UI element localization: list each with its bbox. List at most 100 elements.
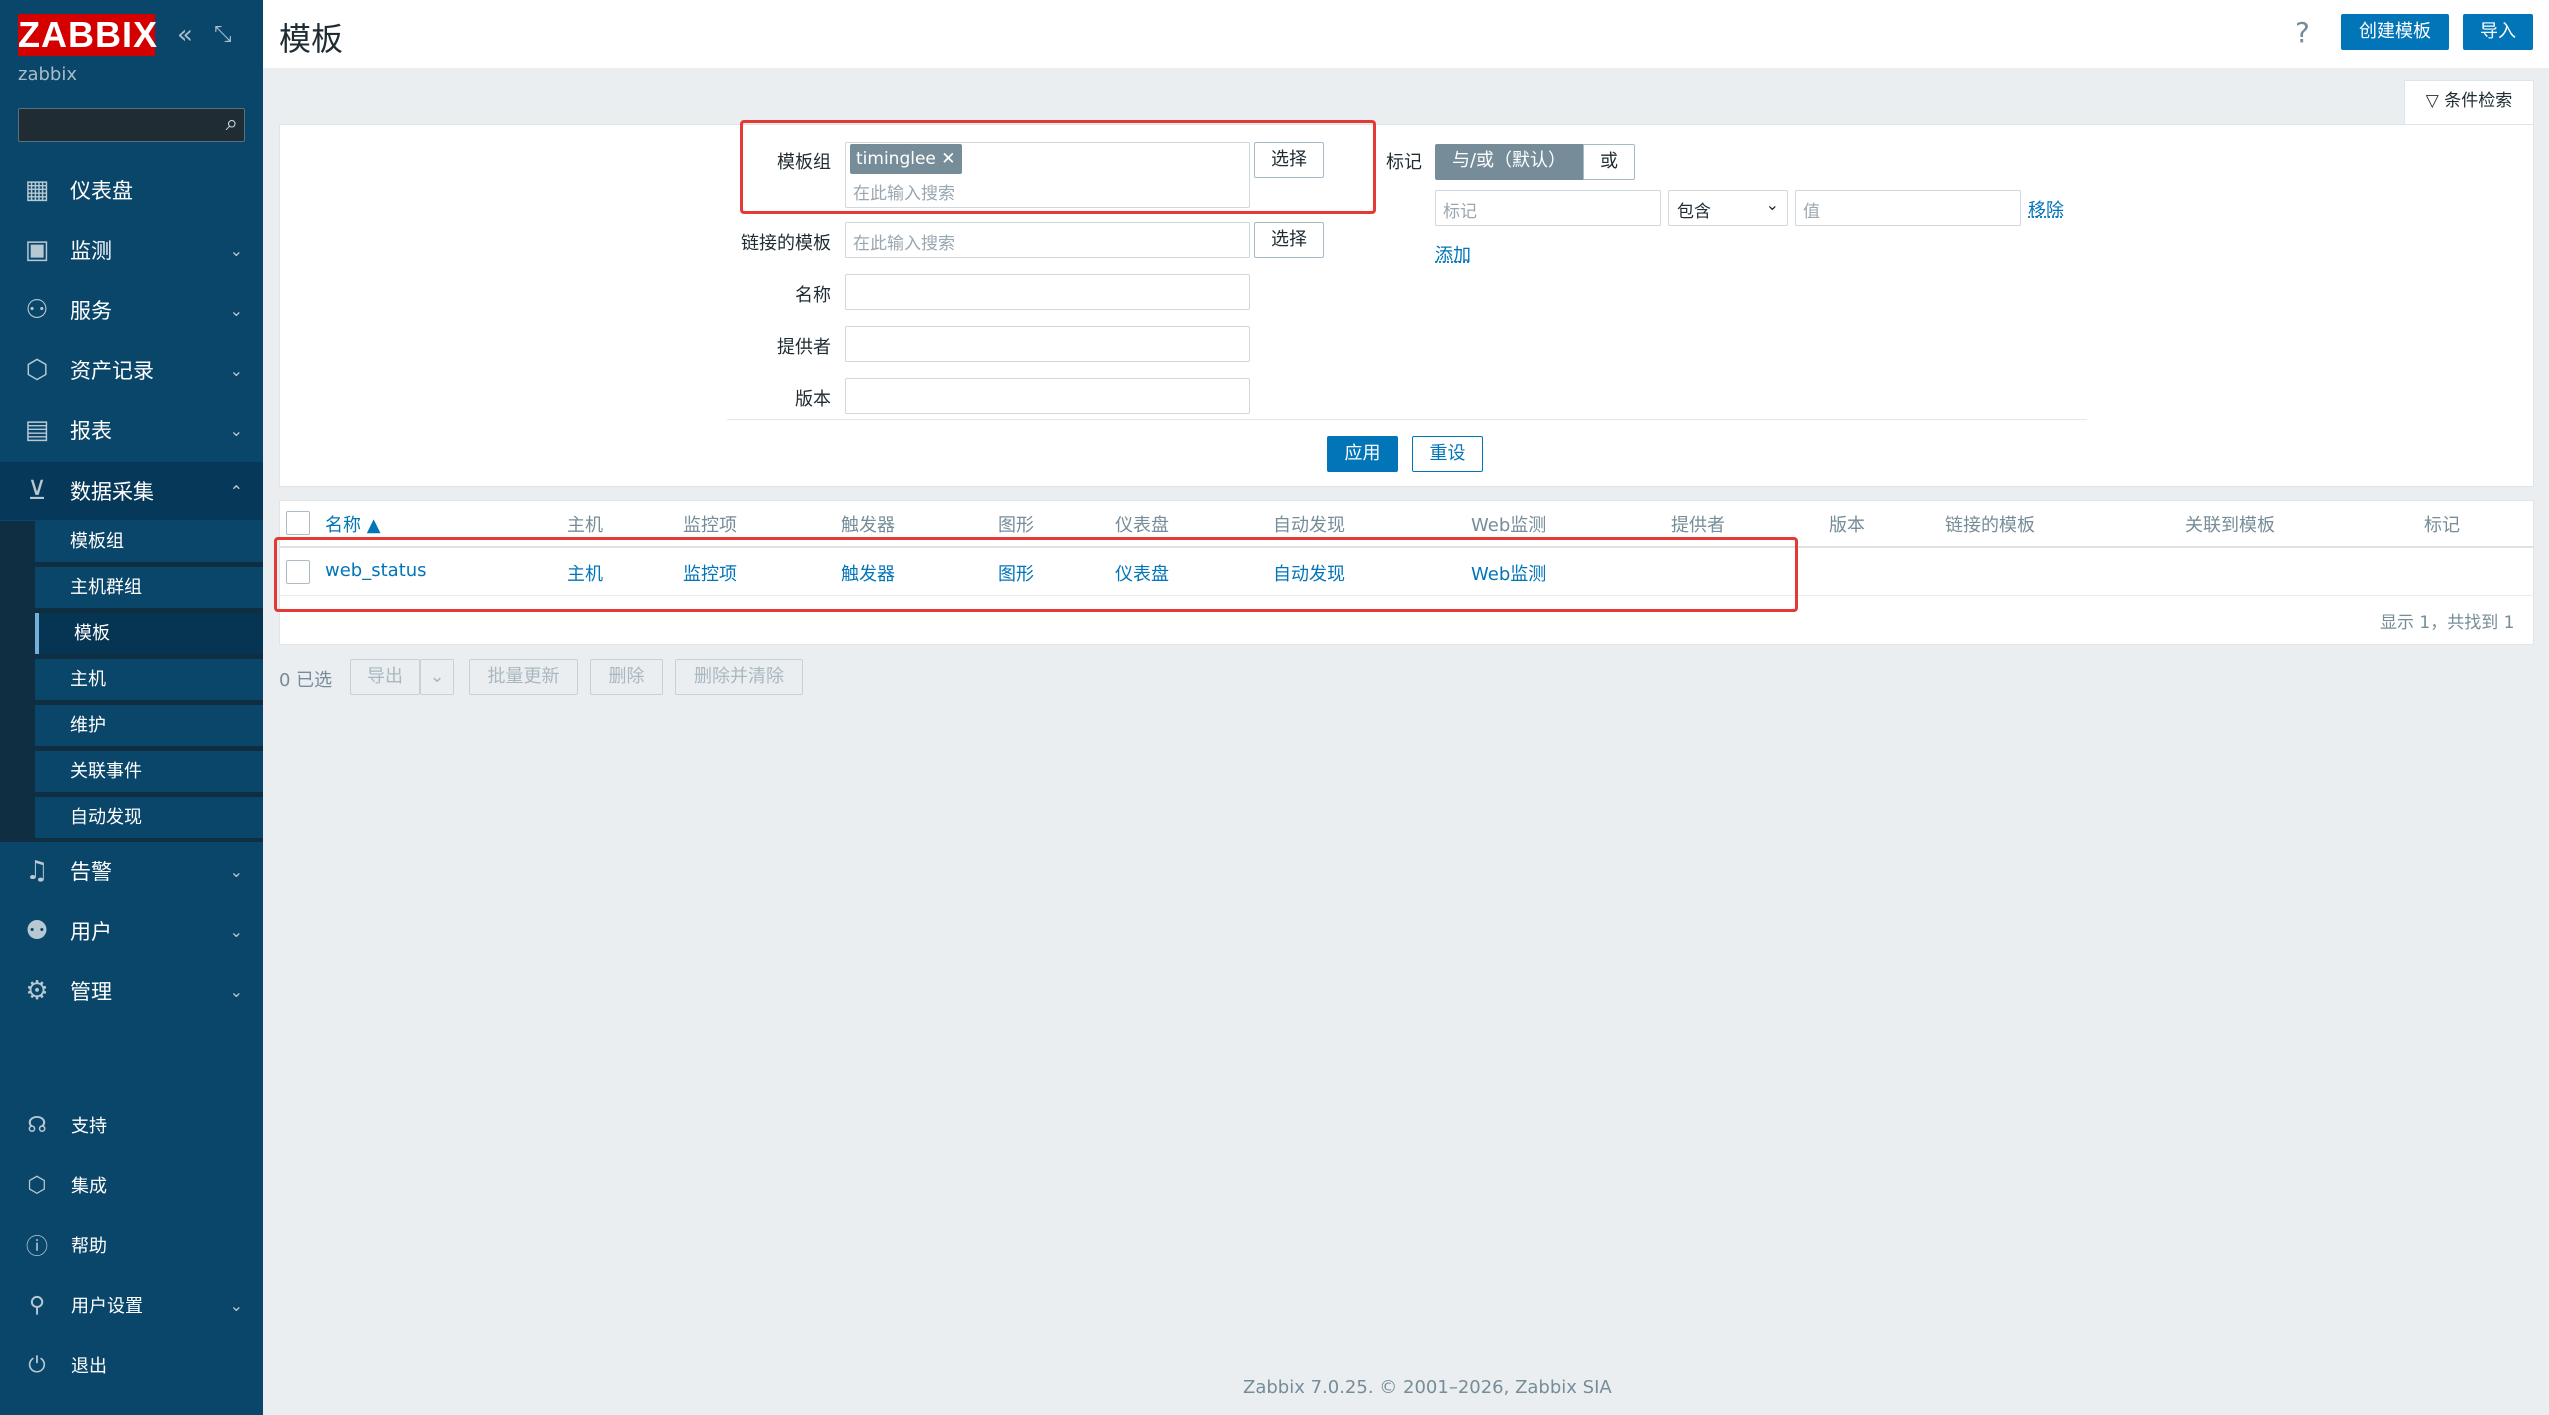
- filter-tab-label: 条件检索: [2444, 91, 2513, 111]
- or-toggle[interactable]: 或: [1583, 144, 1635, 180]
- menu-alerts[interactable]: ♫ 告警 ⌄: [0, 842, 263, 900]
- sidebar: ZABBIX « ⤡ zabbix ⌕ ▦ 仪表盘 ▣ 监测 ⌄ ⚇ 服务 ⌄ ⬡ 资产记录…: [0, 0, 263, 1415]
- menu-administration[interactable]: ⚙ 管理 ⌄: [0, 962, 263, 1020]
- help-icon: ⓘ: [25, 1235, 48, 1260]
- menu-label: 管理: [70, 980, 112, 1004]
- chevron-down-icon: ⌄: [229, 240, 243, 260]
- export-dropdown[interactable]: ⌄: [420, 659, 454, 695]
- chevron-up-icon: ⌃: [229, 481, 243, 501]
- menu-data-collection[interactable]: ⊻ 数据采集 ⌃: [0, 462, 263, 520]
- export-button[interactable]: 导出: [350, 659, 420, 695]
- name-input[interactable]: [845, 274, 1250, 310]
- inventory-icon: ⬡: [25, 355, 49, 385]
- power-icon: ⏻: [28, 1352, 46, 1378]
- submenu-template-groups[interactable]: 模板组: [35, 521, 263, 562]
- version-input[interactable]: [845, 378, 1250, 414]
- submenu-templates[interactable]: 模板: [35, 613, 263, 654]
- col-hosts-header: 主机: [567, 515, 603, 536]
- tag-operator-select[interactable]: 包含 ⌄: [1668, 190, 1788, 226]
- submenu-hosts[interactable]: 主机: [35, 659, 263, 700]
- page-header: 模板 ? 创建模板 导入: [263, 0, 2549, 68]
- col-tags-header: 标记: [2424, 515, 2460, 536]
- submenu-data-collection: 模板组 主机群组 模板 主机 维护 关联事件 自动发现: [0, 521, 263, 842]
- submenu-maintenance[interactable]: 维护: [35, 705, 263, 746]
- menu-monitoring[interactable]: ▣ 监测 ⌄: [0, 221, 263, 279]
- col-name-header[interactable]: 名称 ▲: [325, 511, 381, 537]
- menu-label: 用户设置: [71, 1296, 143, 1317]
- menu-label: 集成: [71, 1176, 107, 1197]
- delete-clear-button[interactable]: 删除并清除: [675, 659, 803, 695]
- menu-label: 监测: [70, 239, 112, 263]
- col-linked-to-header: 关联到模板: [2185, 515, 2275, 536]
- services-icon: ⚇: [25, 295, 49, 325]
- filter-tab[interactable]: ▽ 条件检索: [2404, 80, 2534, 124]
- tag-name-placeholder: 标记: [1443, 202, 1477, 222]
- menu-sign-out[interactable]: ⏻ 退出: [0, 1340, 263, 1390]
- filter-panel: [279, 124, 2534, 487]
- selected-count: 0 已选: [279, 670, 333, 691]
- chevron-down-icon: ⌄: [229, 981, 243, 1001]
- linked-templates-label: 链接的模板: [741, 233, 831, 254]
- chevron-down-icon: ⌄: [229, 300, 243, 320]
- col-web-header: Web监测: [1471, 515, 1547, 536]
- remove-tag-link[interactable]: 移除: [2028, 196, 2064, 222]
- search-icon[interactable]: ⌕: [226, 111, 238, 136]
- zabbix-logo[interactable]: ZABBIX: [18, 14, 157, 56]
- vendor-input[interactable]: [845, 326, 1250, 362]
- footer-copyright: Zabbix 7.0.25. © 2001–2026, Zabbix SIA: [1243, 1377, 1612, 1398]
- alerts-icon: ♫: [25, 856, 49, 886]
- submenu-host-groups[interactable]: 主机群组: [35, 567, 263, 608]
- tag-value-placeholder: 值: [1803, 202, 1820, 222]
- add-tag-link[interactable]: 添加: [1435, 241, 1471, 267]
- administration-icon: ⚙: [25, 976, 49, 1006]
- menu-dashboard[interactable]: ▦ 仪表盘: [0, 161, 263, 219]
- chevron-down-icon: ⌄: [229, 360, 243, 380]
- col-items-header: 监控项: [683, 515, 737, 536]
- menu-integrations[interactable]: ⬡ 集成: [0, 1160, 263, 1210]
- select-all-checkbox[interactable]: [286, 511, 310, 535]
- reset-filter-button[interactable]: 重设: [1412, 436, 1483, 472]
- menu-label: 仪表盘: [70, 179, 133, 203]
- annotation-highlight-filter: [740, 120, 1376, 214]
- submenu-discovery[interactable]: 自动发现: [35, 797, 263, 838]
- apply-filter-button[interactable]: 应用: [1327, 436, 1398, 472]
- menu-users[interactable]: ⚉ 用户 ⌄: [0, 902, 263, 960]
- dashboard-icon: ▦: [24, 175, 50, 205]
- menu-services[interactable]: ⚇ 服务 ⌄: [0, 281, 263, 339]
- linked-templates-placeholder: 在此输入搜索: [853, 234, 955, 254]
- and-or-toggle[interactable]: 与/或（默认）: [1435, 144, 1583, 180]
- monitoring-icon: ▣: [24, 235, 50, 265]
- import-button[interactable]: 导入: [2463, 14, 2533, 50]
- menu-user-settings[interactable]: ⚲ 用户设置 ⌄: [0, 1280, 263, 1330]
- menu-reports[interactable]: ▤ 报表 ⌄: [0, 401, 263, 459]
- menu-inventory[interactable]: ⬡ 资产记录 ⌄: [0, 341, 263, 399]
- chevron-down-icon: ⌄: [429, 666, 445, 687]
- chevron-down-icon: ⌄: [1765, 195, 1779, 214]
- data-collection-icon: ⊻: [27, 476, 47, 506]
- create-template-button[interactable]: 创建模板: [2341, 14, 2449, 50]
- chevron-down-icon: ⌄: [229, 1295, 243, 1315]
- version-label: 版本: [795, 389, 831, 410]
- sidebar-search-input[interactable]: ⌕: [18, 108, 245, 142]
- col-vendor-header: 提供者: [1671, 515, 1725, 536]
- reports-icon: ▤: [24, 415, 50, 445]
- select-linked-templates-button[interactable]: 选择: [1254, 222, 1324, 258]
- delete-button[interactable]: 删除: [590, 659, 663, 695]
- help-icon[interactable]: ?: [2295, 16, 2310, 49]
- table-summary: 显示 1，共找到 1: [2380, 613, 2515, 633]
- filter-divider: [727, 419, 2087, 420]
- collapse-sidebar-icon[interactable]: «: [177, 20, 193, 50]
- tag-value-input[interactable]: [1795, 190, 2021, 226]
- menu-support[interactable]: ☊ 支持: [0, 1100, 263, 1150]
- users-icon: ⚉: [25, 916, 49, 946]
- menu-label: 用户: [70, 920, 112, 944]
- col-linked-templates-header: 链接的模板: [1945, 515, 2035, 536]
- col-triggers-header: 触发器: [841, 515, 895, 536]
- col-graphs-header: 图形: [998, 515, 1034, 536]
- submenu-event-correlation[interactable]: 关联事件: [35, 751, 263, 792]
- kiosk-mode-icon[interactable]: ⤡: [214, 22, 232, 47]
- mass-update-button[interactable]: 批量更新: [469, 659, 578, 695]
- menu-help[interactable]: ⓘ 帮助: [0, 1220, 263, 1270]
- tag-operator-value: 包含: [1677, 202, 1711, 222]
- support-icon: ☊: [27, 1112, 47, 1138]
